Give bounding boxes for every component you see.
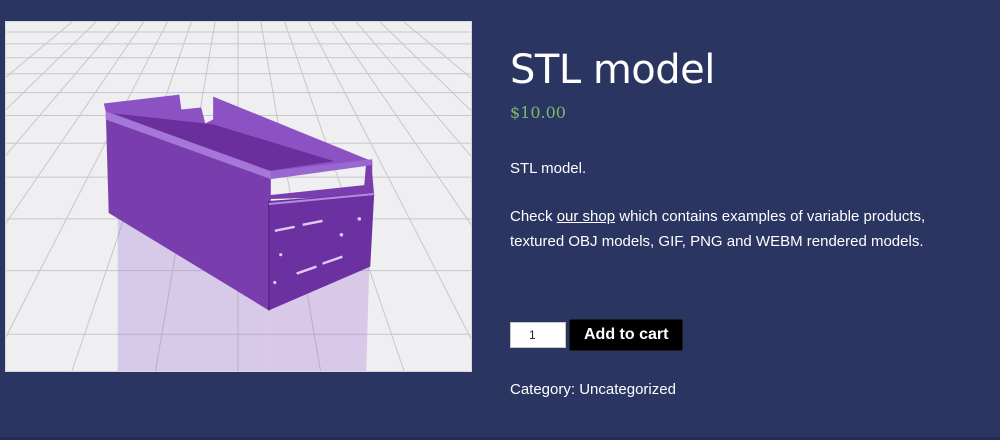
product-description: STL model. Check our shop which contains… xyxy=(510,156,980,254)
category-link[interactable]: Uncategorized xyxy=(579,381,676,398)
product-title: STL model xyxy=(510,47,715,93)
add-to-cart-button[interactable]: Add to cart xyxy=(569,319,684,351)
shop-blurb: Check our shop which contains examples o… xyxy=(510,204,980,254)
add-to-cart-form: Add to cart xyxy=(510,319,684,351)
product-price: $10.00 xyxy=(510,103,566,122)
quantity-input[interactable] xyxy=(510,322,566,348)
our-shop-link[interactable]: our shop xyxy=(557,208,615,225)
product-meta: Category: Uncategorized xyxy=(510,381,676,398)
short-description: STL model. xyxy=(510,160,587,177)
stl-model-render xyxy=(6,22,471,371)
category-label: Category: xyxy=(510,381,576,398)
blurb-prefix: Check xyxy=(510,208,557,225)
model-viewer[interactable] xyxy=(5,21,472,372)
